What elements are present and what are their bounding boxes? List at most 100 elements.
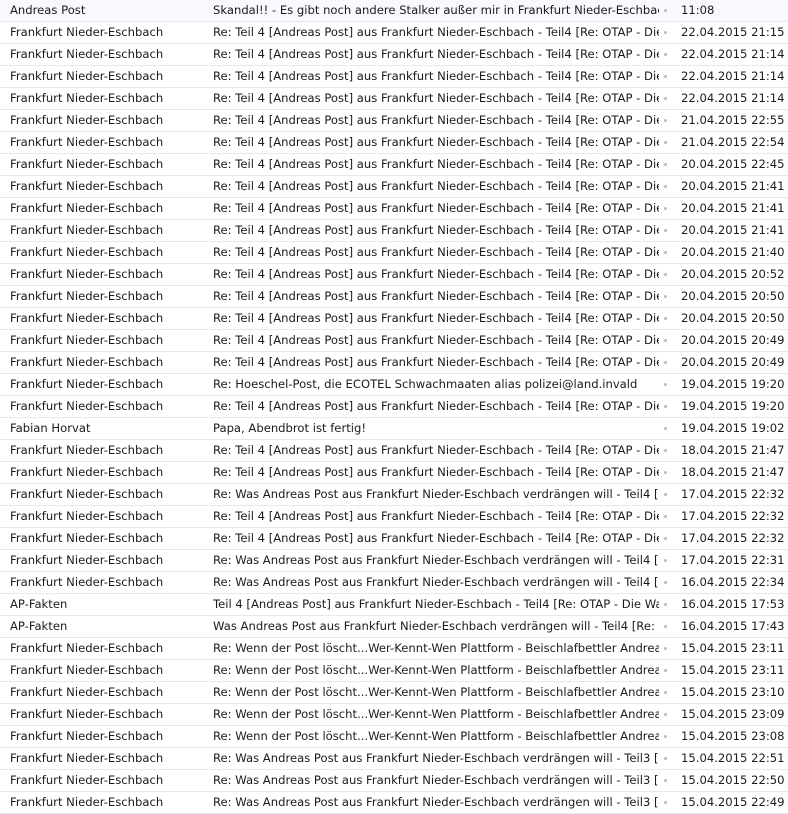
message-row[interactable]: Frankfurt Nieder-Eschbach Re: Teil 4 [An… bbox=[0, 440, 788, 462]
message-sender: Frankfurt Nieder-Eschbach bbox=[10, 179, 164, 193]
message-row[interactable]: Frankfurt Nieder-Eschbach Re: Teil 4 [An… bbox=[0, 264, 788, 286]
status-dot-icon[interactable] bbox=[664, 581, 667, 584]
message-row[interactable]: Frankfurt Nieder-Eschbach Re: Wenn der P… bbox=[0, 704, 788, 726]
message-row[interactable]: Frankfurt Nieder-Eschbach Re: Teil 4 [An… bbox=[0, 176, 788, 198]
status-dot-icon[interactable] bbox=[664, 295, 667, 298]
status-dot-icon[interactable] bbox=[664, 449, 667, 452]
status-dot-icon[interactable] bbox=[664, 691, 667, 694]
message-row[interactable]: Andreas Post Skandal!! - Es gibt noch an… bbox=[0, 0, 788, 22]
status-dot-icon[interactable] bbox=[664, 559, 667, 562]
message-subject: Re: Teil 4 [Andreas Post] aus Frankfurt … bbox=[213, 179, 659, 193]
message-row[interactable]: Frankfurt Nieder-Eschbach Re: Was Andrea… bbox=[0, 748, 788, 770]
message-row[interactable]: Frankfurt Nieder-Eschbach Re: Teil 4 [An… bbox=[0, 154, 788, 176]
message-row[interactable]: Fabian Horvat Papa, Abendbrot ist fertig… bbox=[0, 418, 788, 440]
status-dot-icon[interactable] bbox=[664, 185, 667, 188]
message-subject: Re: Teil 4 [Andreas Post] aus Frankfurt … bbox=[213, 399, 659, 413]
status-dot-icon[interactable] bbox=[664, 779, 667, 782]
message-sender: Frankfurt Nieder-Eschbach bbox=[10, 289, 164, 303]
status-dot-icon[interactable] bbox=[664, 537, 667, 540]
status-dot-icon[interactable] bbox=[664, 207, 667, 210]
status-dot-icon[interactable] bbox=[664, 119, 667, 122]
message-sender: Frankfurt Nieder-Eschbach bbox=[10, 135, 164, 149]
status-dot-icon[interactable] bbox=[664, 801, 667, 804]
message-row[interactable]: Frankfurt Nieder-Eschbach Re: Was Andrea… bbox=[0, 572, 788, 594]
message-row[interactable]: Frankfurt Nieder-Eschbach Re: Teil 4 [An… bbox=[0, 110, 788, 132]
message-row[interactable]: Frankfurt Nieder-Eschbach Re: Was Andrea… bbox=[0, 484, 788, 506]
message-row[interactable]: Frankfurt Nieder-Eschbach Re: Teil 4 [An… bbox=[0, 242, 788, 264]
message-subject: Re: Teil 4 [Andreas Post] aus Frankfurt … bbox=[213, 157, 659, 171]
message-row[interactable]: Frankfurt Nieder-Eschbach Re: Was Andrea… bbox=[0, 792, 788, 814]
status-dot-icon[interactable] bbox=[664, 625, 667, 628]
message-row[interactable]: Frankfurt Nieder-Eschbach Re: Wenn der P… bbox=[0, 682, 788, 704]
message-sender: Frankfurt Nieder-Eschbach bbox=[10, 69, 164, 83]
message-sender: Frankfurt Nieder-Eschbach bbox=[10, 267, 164, 281]
status-dot-icon[interactable] bbox=[664, 757, 667, 760]
message-row[interactable]: Frankfurt Nieder-Eschbach Re: Teil 4 [An… bbox=[0, 330, 788, 352]
message-date: 16.04.2015 17:43 bbox=[681, 619, 785, 633]
message-row[interactable]: Frankfurt Nieder-Eschbach Re: Was Andrea… bbox=[0, 550, 788, 572]
message-subject: Re: Was Andreas Post aus Frankfurt Niede… bbox=[213, 795, 659, 809]
message-date: 11:08 bbox=[681, 3, 715, 17]
message-row[interactable]: Frankfurt Nieder-Eschbach Re: Teil 4 [An… bbox=[0, 506, 788, 528]
status-dot-icon[interactable] bbox=[664, 339, 667, 342]
message-sender: Frankfurt Nieder-Eschbach bbox=[10, 245, 164, 259]
status-dot-icon[interactable] bbox=[664, 229, 667, 232]
message-row[interactable]: Frankfurt Nieder-Eschbach Re: Teil 4 [An… bbox=[0, 132, 788, 154]
status-dot-icon[interactable] bbox=[664, 361, 667, 364]
message-row[interactable]: Frankfurt Nieder-Eschbach Re: Teil 4 [An… bbox=[0, 352, 788, 374]
message-subject: Re: Teil 4 [Andreas Post] aus Frankfurt … bbox=[213, 289, 659, 303]
message-row[interactable]: Frankfurt Nieder-Eschbach Re: Teil 4 [An… bbox=[0, 44, 788, 66]
message-date: 20.04.2015 20:52 bbox=[681, 267, 785, 281]
message-sender: Frankfurt Nieder-Eschbach bbox=[10, 553, 164, 567]
status-dot-icon[interactable] bbox=[664, 273, 667, 276]
message-row[interactable]: Frankfurt Nieder-Eschbach Re: Wenn der P… bbox=[0, 726, 788, 748]
status-dot-icon[interactable] bbox=[664, 141, 667, 144]
message-row[interactable]: Frankfurt Nieder-Eschbach Re: Hoeschel-P… bbox=[0, 374, 788, 396]
status-dot-icon[interactable] bbox=[664, 493, 667, 496]
message-row[interactable]: Frankfurt Nieder-Eschbach Re: Wenn der P… bbox=[0, 638, 788, 660]
message-subject: Re: Teil 4 [Andreas Post] aus Frankfurt … bbox=[213, 267, 659, 281]
status-dot-icon[interactable] bbox=[664, 97, 667, 100]
message-date: 16.04.2015 22:34 bbox=[681, 575, 785, 589]
message-subject: Re: Was Andreas Post aus Frankfurt Niede… bbox=[213, 773, 659, 787]
message-row[interactable]: Frankfurt Nieder-Eschbach Re: Teil 4 [An… bbox=[0, 198, 788, 220]
status-dot-icon[interactable] bbox=[664, 9, 667, 12]
status-dot-icon[interactable] bbox=[664, 405, 667, 408]
message-row[interactable]: Frankfurt Nieder-Eschbach Re: Teil 4 [An… bbox=[0, 286, 788, 308]
message-subject: Re: Teil 4 [Andreas Post] aus Frankfurt … bbox=[213, 443, 659, 457]
message-row[interactable]: Frankfurt Nieder-Eschbach Re: Teil 4 [An… bbox=[0, 66, 788, 88]
message-row[interactable]: Frankfurt Nieder-Eschbach Re: Teil 4 [An… bbox=[0, 220, 788, 242]
message-row[interactable]: Frankfurt Nieder-Eschbach Re: Teil 4 [An… bbox=[0, 528, 788, 550]
message-row[interactable]: Frankfurt Nieder-Eschbach Re: Teil 4 [An… bbox=[0, 462, 788, 484]
message-date: 15.04.2015 22:51 bbox=[681, 751, 785, 765]
message-date: 20.04.2015 21:40 bbox=[681, 245, 785, 259]
status-dot-icon[interactable] bbox=[664, 471, 667, 474]
status-dot-icon[interactable] bbox=[664, 713, 667, 716]
message-row[interactable]: Frankfurt Nieder-Eschbach Re: Wenn der P… bbox=[0, 660, 788, 682]
message-row[interactable]: Frankfurt Nieder-Eschbach Re: Teil 4 [An… bbox=[0, 308, 788, 330]
status-dot-icon[interactable] bbox=[664, 427, 667, 430]
message-sender: AP-Fakten bbox=[10, 619, 68, 633]
status-dot-icon[interactable] bbox=[664, 647, 667, 650]
message-row[interactable]: Frankfurt Nieder-Eschbach Re: Teil 4 [An… bbox=[0, 396, 788, 418]
message-row[interactable]: AP-Fakten Teil 4 [Andreas Post] aus Fran… bbox=[0, 594, 788, 616]
status-dot-icon[interactable] bbox=[664, 603, 667, 606]
message-subject: Was Andreas Post aus Frankfurt Nieder-Es… bbox=[213, 619, 659, 633]
message-row[interactable]: AP-Fakten Was Andreas Post aus Frankfurt… bbox=[0, 616, 788, 638]
status-dot-icon[interactable] bbox=[664, 31, 667, 34]
status-dot-icon[interactable] bbox=[664, 383, 667, 386]
message-date: 15.04.2015 23:11 bbox=[681, 663, 785, 677]
message-sender: Frankfurt Nieder-Eschbach bbox=[10, 795, 164, 809]
status-dot-icon[interactable] bbox=[664, 317, 667, 320]
status-dot-icon[interactable] bbox=[664, 669, 667, 672]
status-dot-icon[interactable] bbox=[664, 75, 667, 78]
status-dot-icon[interactable] bbox=[664, 735, 667, 738]
message-row[interactable]: Frankfurt Nieder-Eschbach Re: Teil 4 [An… bbox=[0, 22, 788, 44]
message-row[interactable]: Frankfurt Nieder-Eschbach Re: Teil 4 [An… bbox=[0, 88, 788, 110]
status-dot-icon[interactable] bbox=[664, 53, 667, 56]
message-row[interactable]: Frankfurt Nieder-Eschbach Re: Was Andrea… bbox=[0, 770, 788, 792]
status-dot-icon[interactable] bbox=[664, 251, 667, 254]
status-dot-icon[interactable] bbox=[664, 163, 667, 166]
status-dot-icon[interactable] bbox=[664, 515, 667, 518]
message-date: 17.04.2015 22:32 bbox=[681, 487, 785, 501]
